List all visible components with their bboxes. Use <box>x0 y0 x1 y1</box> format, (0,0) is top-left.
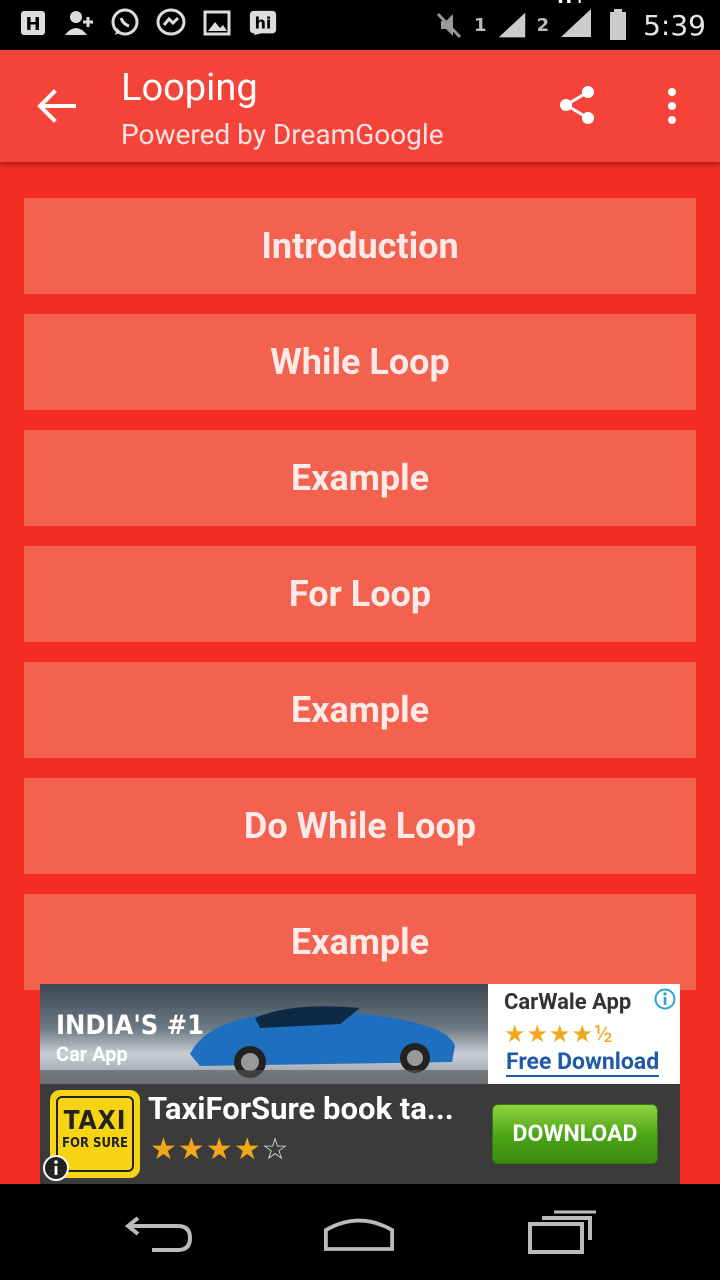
ad-title: TaxiForSure book ta... <box>148 1090 454 1127</box>
messenger-icon <box>156 8 186 38</box>
logo-main-text: TAXI <box>63 1106 127 1136</box>
network-type: H+ <box>557 0 587 8</box>
svg-text:hi: hi <box>255 14 272 33</box>
ad-free-download-link[interactable]: Free Download <box>506 1048 660 1077</box>
gallery-icon <box>202 8 232 38</box>
overflow-menu-icon[interactable] <box>660 86 684 126</box>
home-nav-icon[interactable] <box>324 1208 394 1254</box>
topic-introduction-button[interactable]: Introduction <box>24 198 696 294</box>
status-bar: H hi 1 2 H+ 5:39 <box>0 0 720 50</box>
clock: 5:39 <box>643 8 706 42</box>
download-button[interactable]: DOWNLOAD <box>492 1104 658 1164</box>
rating-half-star: ★ <box>233 1132 262 1167</box>
page-subtitle: Powered by DreamGoogle <box>121 118 444 151</box>
back-nav-icon[interactable] <box>124 1208 194 1254</box>
svg-text:H: H <box>25 14 40 35</box>
topic-example-2-button[interactable]: Example <box>24 662 696 758</box>
signal-sim1-icon <box>497 10 527 40</box>
topic-while-loop-button[interactable]: While Loop <box>24 314 696 410</box>
taxiforsure-ad-banner[interactable]: TAXI FOR SURE TaxiForSure book ta... ★★★… <box>40 1084 680 1184</box>
hike-hi-icon: hi <box>248 8 278 38</box>
whatsapp-icon <box>110 8 140 38</box>
page-title: Looping <box>121 66 258 110</box>
ad-info-icon[interactable] <box>42 1154 70 1182</box>
share-icon[interactable] <box>556 84 598 126</box>
hike-icon: H <box>18 8 48 38</box>
app-bar: Looping Powered by DreamGoogle <box>0 50 720 162</box>
topic-example-3-button[interactable]: Example <box>24 894 696 990</box>
rating-empty-star: ☆ <box>261 1132 290 1167</box>
signal-sim2-icon <box>561 9 592 37</box>
topic-do-while-loop-button[interactable]: Do While Loop <box>24 778 696 874</box>
logo-sub-text: FOR SURE <box>62 1136 128 1151</box>
ad-rating-stars: ★★★★☆ <box>150 1132 290 1167</box>
ad-rating-stars: ★★★★½ <box>504 1020 614 1048</box>
carwale-ad-banner[interactable]: INDIA'S #1 Car App CarWale App ★★★★½ Fre… <box>40 984 680 1084</box>
battery-icon <box>603 9 633 40</box>
back-arrow-icon[interactable] <box>36 88 76 124</box>
topic-example-1-button[interactable]: Example <box>24 430 696 526</box>
recents-nav-icon[interactable] <box>528 1208 598 1254</box>
mute-icon <box>434 10 464 40</box>
ad-info-icon[interactable] <box>654 988 676 1010</box>
ad-headline: INDIA'S #1 <box>56 1010 204 1041</box>
topic-list: Introduction While Loop Example For Loop… <box>24 198 696 1010</box>
rating-filled-stars: ★★★ <box>150 1132 234 1167</box>
add-contact-icon <box>64 8 94 38</box>
ad-subline: Car App <box>56 1042 128 1066</box>
topic-for-loop-button[interactable]: For Loop <box>24 546 696 642</box>
network-indicator: H+ <box>557 0 593 43</box>
system-navigation-bar <box>0 1184 720 1280</box>
sim2-label: 2 <box>536 14 550 36</box>
sim1-label: 1 <box>474 14 487 36</box>
ad-app-name: CarWale App <box>504 990 632 1015</box>
